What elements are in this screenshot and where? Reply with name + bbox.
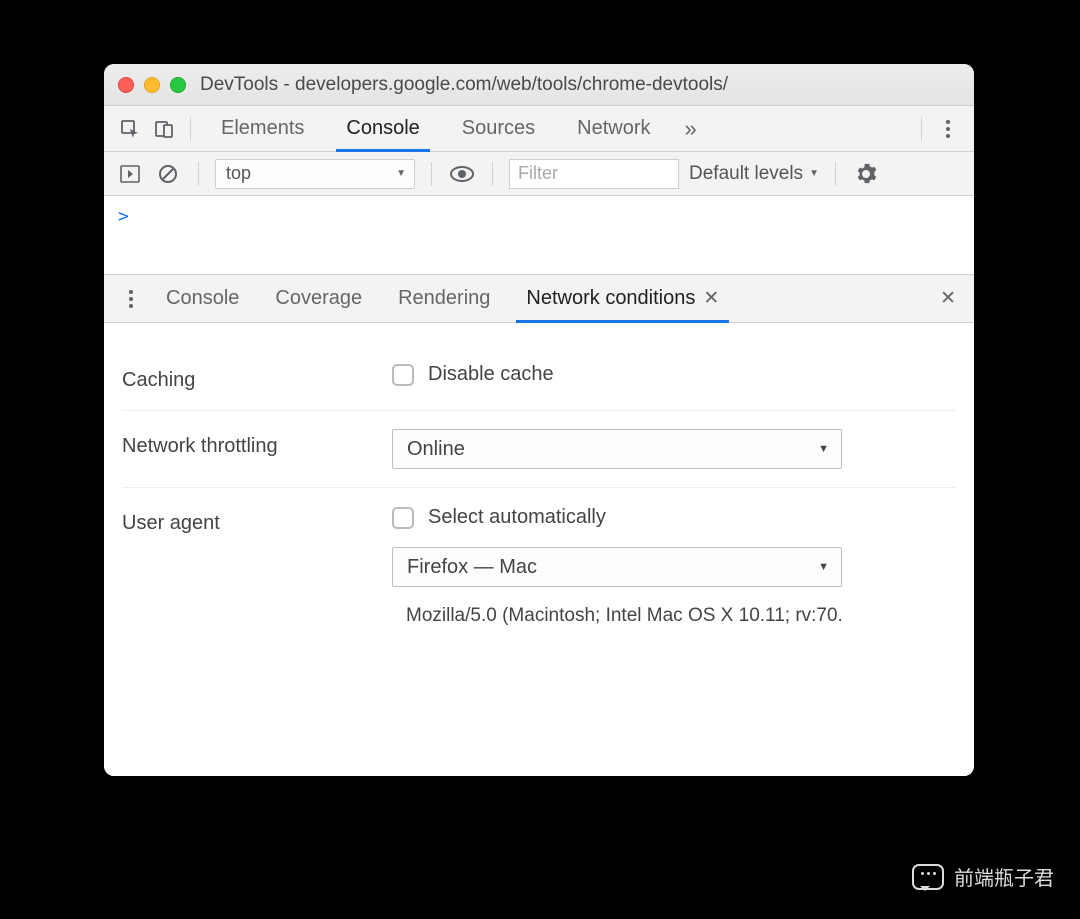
console-output[interactable]: > [104, 196, 974, 274]
throttling-dropdown[interactable]: Online [392, 429, 842, 469]
context-value: top [226, 163, 251, 184]
toggle-sidebar-icon[interactable] [116, 160, 144, 188]
tab-label: Elements [221, 117, 304, 140]
drawer: Console Coverage Rendering Network condi… [104, 274, 974, 776]
throttling-value: Online [407, 438, 465, 461]
drawer-tab-label: Rendering [398, 287, 490, 310]
close-tab-icon[interactable]: ✕ [703, 287, 719, 310]
drawer-tab-network-conditions[interactable]: Network conditions ✕ [508, 275, 737, 322]
drawer-tab-rendering[interactable]: Rendering [380, 275, 508, 322]
tab-elements[interactable]: Elements [203, 106, 322, 151]
separator [921, 117, 922, 141]
select-automatically-label: Select automatically [428, 506, 606, 529]
devtools-window: DevTools - developers.google.com/web/too… [104, 64, 974, 776]
close-drawer-icon[interactable]: ✕ [940, 287, 956, 310]
tab-label: Console [346, 117, 419, 140]
filter-input[interactable] [509, 159, 679, 189]
kebab-menu-icon[interactable] [934, 115, 962, 143]
drawer-tab-label: Coverage [275, 287, 362, 310]
user-agent-label: User agent [122, 506, 392, 535]
caching-label: Caching [122, 363, 392, 392]
tab-sources[interactable]: Sources [444, 106, 553, 151]
console-toolbar: top Default levels [104, 152, 974, 196]
separator [190, 117, 191, 141]
drawer-menu-icon[interactable] [114, 289, 148, 309]
settings-gear-icon[interactable] [852, 160, 880, 188]
close-window-button[interactable] [118, 77, 134, 93]
log-levels-dropdown[interactable]: Default levels [689, 163, 819, 185]
more-tabs-button[interactable]: » [675, 116, 707, 142]
user-agent-dropdown[interactable]: Firefox — Mac [392, 547, 842, 587]
separator [835, 162, 836, 186]
watermark-text: 前端瓶子君 [954, 862, 1054, 891]
minimize-window-button[interactable] [144, 77, 160, 93]
device-toggle-icon[interactable] [150, 115, 178, 143]
disable-cache-checkbox[interactable] [392, 364, 414, 386]
throttling-label: Network throttling [122, 429, 392, 458]
user-agent-value: Firefox — Mac [407, 556, 537, 579]
context-selector[interactable]: top [215, 159, 415, 189]
drawer-tab-label: Console [166, 287, 239, 310]
console-prompt: > [118, 206, 129, 227]
throttling-row: Network throttling Online [122, 411, 956, 488]
separator [492, 162, 493, 186]
separator [198, 162, 199, 186]
separator [431, 162, 432, 186]
select-automatically-checkbox[interactable] [392, 507, 414, 529]
window-title: DevTools - developers.google.com/web/too… [200, 74, 728, 96]
tab-network[interactable]: Network [559, 106, 668, 151]
window-controls [118, 77, 186, 93]
inspect-element-icon[interactable] [116, 115, 144, 143]
user-agent-string: Mozilla/5.0 (Macintosh; Intel Mac OS X 1… [392, 605, 843, 627]
drawer-tab-coverage[interactable]: Coverage [257, 275, 380, 322]
drawer-tab-console[interactable]: Console [148, 275, 257, 322]
main-tab-strip: Elements Console Sources Network » [104, 106, 974, 152]
levels-label: Default levels [689, 163, 803, 185]
caching-row: Caching Disable cache [122, 345, 956, 411]
drawer-tab-strip: Console Coverage Rendering Network condi… [104, 275, 974, 323]
wechat-icon [912, 864, 944, 890]
clear-console-icon[interactable] [154, 160, 182, 188]
user-agent-row: User agent Select automatically Firefox … [122, 488, 956, 645]
zoom-window-button[interactable] [170, 77, 186, 93]
live-expression-icon[interactable] [448, 160, 476, 188]
titlebar: DevTools - developers.google.com/web/too… [104, 64, 974, 106]
disable-cache-label: Disable cache [428, 363, 554, 386]
tab-label: Sources [462, 117, 535, 140]
drawer-tab-label: Network conditions [526, 287, 695, 310]
tab-label: Network [577, 117, 650, 140]
tab-console[interactable]: Console [328, 106, 437, 151]
network-conditions-panel: Caching Disable cache Network throttling… [104, 323, 974, 776]
watermark: 前端瓶子君 [912, 862, 1054, 891]
